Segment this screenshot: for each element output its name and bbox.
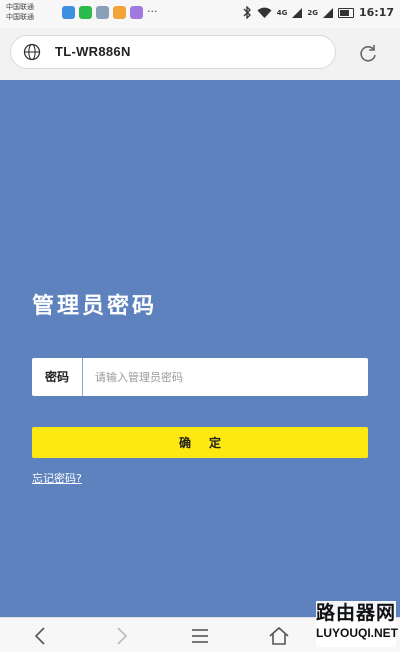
- login-panel: 管理员密码 密码 确定 忘记密码?: [0, 80, 400, 617]
- app1-icon: [62, 6, 75, 19]
- carrier-label-2: 中国联通: [6, 13, 34, 21]
- page-title: 管理员密码: [32, 293, 158, 319]
- gallery-icon: [96, 6, 109, 19]
- password-row: 密码: [32, 358, 368, 396]
- url-text[interactable]: TL-WR886N: [55, 44, 131, 59]
- network-type-4g: 4G: [276, 8, 288, 17]
- site-watermark: 路由器网 LUYOUQI.NET: [316, 601, 399, 647]
- confirm-button[interactable]: 确定: [32, 427, 368, 458]
- password-input[interactable]: [83, 358, 368, 396]
- wifi-icon: [257, 7, 272, 18]
- home-icon[interactable]: [268, 625, 290, 647]
- password-label: 密码: [32, 358, 83, 396]
- globe-icon: [23, 43, 41, 61]
- app4-icon: [113, 6, 126, 19]
- app5-icon: [130, 6, 143, 19]
- clock: 16:17: [358, 6, 394, 19]
- forgot-password-link[interactable]: 忘记密码?: [32, 470, 82, 486]
- bluetooth-icon: [243, 6, 251, 19]
- watermark-cn: 路由器网: [316, 602, 397, 624]
- notification-icons: ···: [62, 6, 158, 19]
- watermark-en: LUYOUQI.NET: [316, 626, 399, 640]
- browser-toolbar: TL-WR886N: [0, 28, 400, 80]
- battery-icon: [337, 7, 354, 18]
- system-status: 4G 2G 16:17: [242, 6, 394, 19]
- network-type-2g: 2G: [307, 8, 318, 17]
- menu-icon[interactable]: [189, 625, 211, 647]
- forward-icon[interactable]: [110, 625, 132, 647]
- signal-icon-2: [322, 7, 333, 18]
- wechat-icon: [79, 6, 92, 19]
- back-icon[interactable]: [30, 625, 52, 647]
- address-bar[interactable]: TL-WR886N: [10, 35, 336, 69]
- carrier-label-1: 中国联通: [6, 3, 34, 11]
- carrier-info: 中国联通 中国联通: [6, 2, 34, 22]
- status-bar: 中国联通 中国联通 ··· 4G 2G 16:17: [0, 0, 400, 28]
- more-notifications-icon: ···: [147, 5, 158, 18]
- signal-icon-1: [292, 7, 303, 18]
- refresh-icon[interactable]: [357, 43, 379, 65]
